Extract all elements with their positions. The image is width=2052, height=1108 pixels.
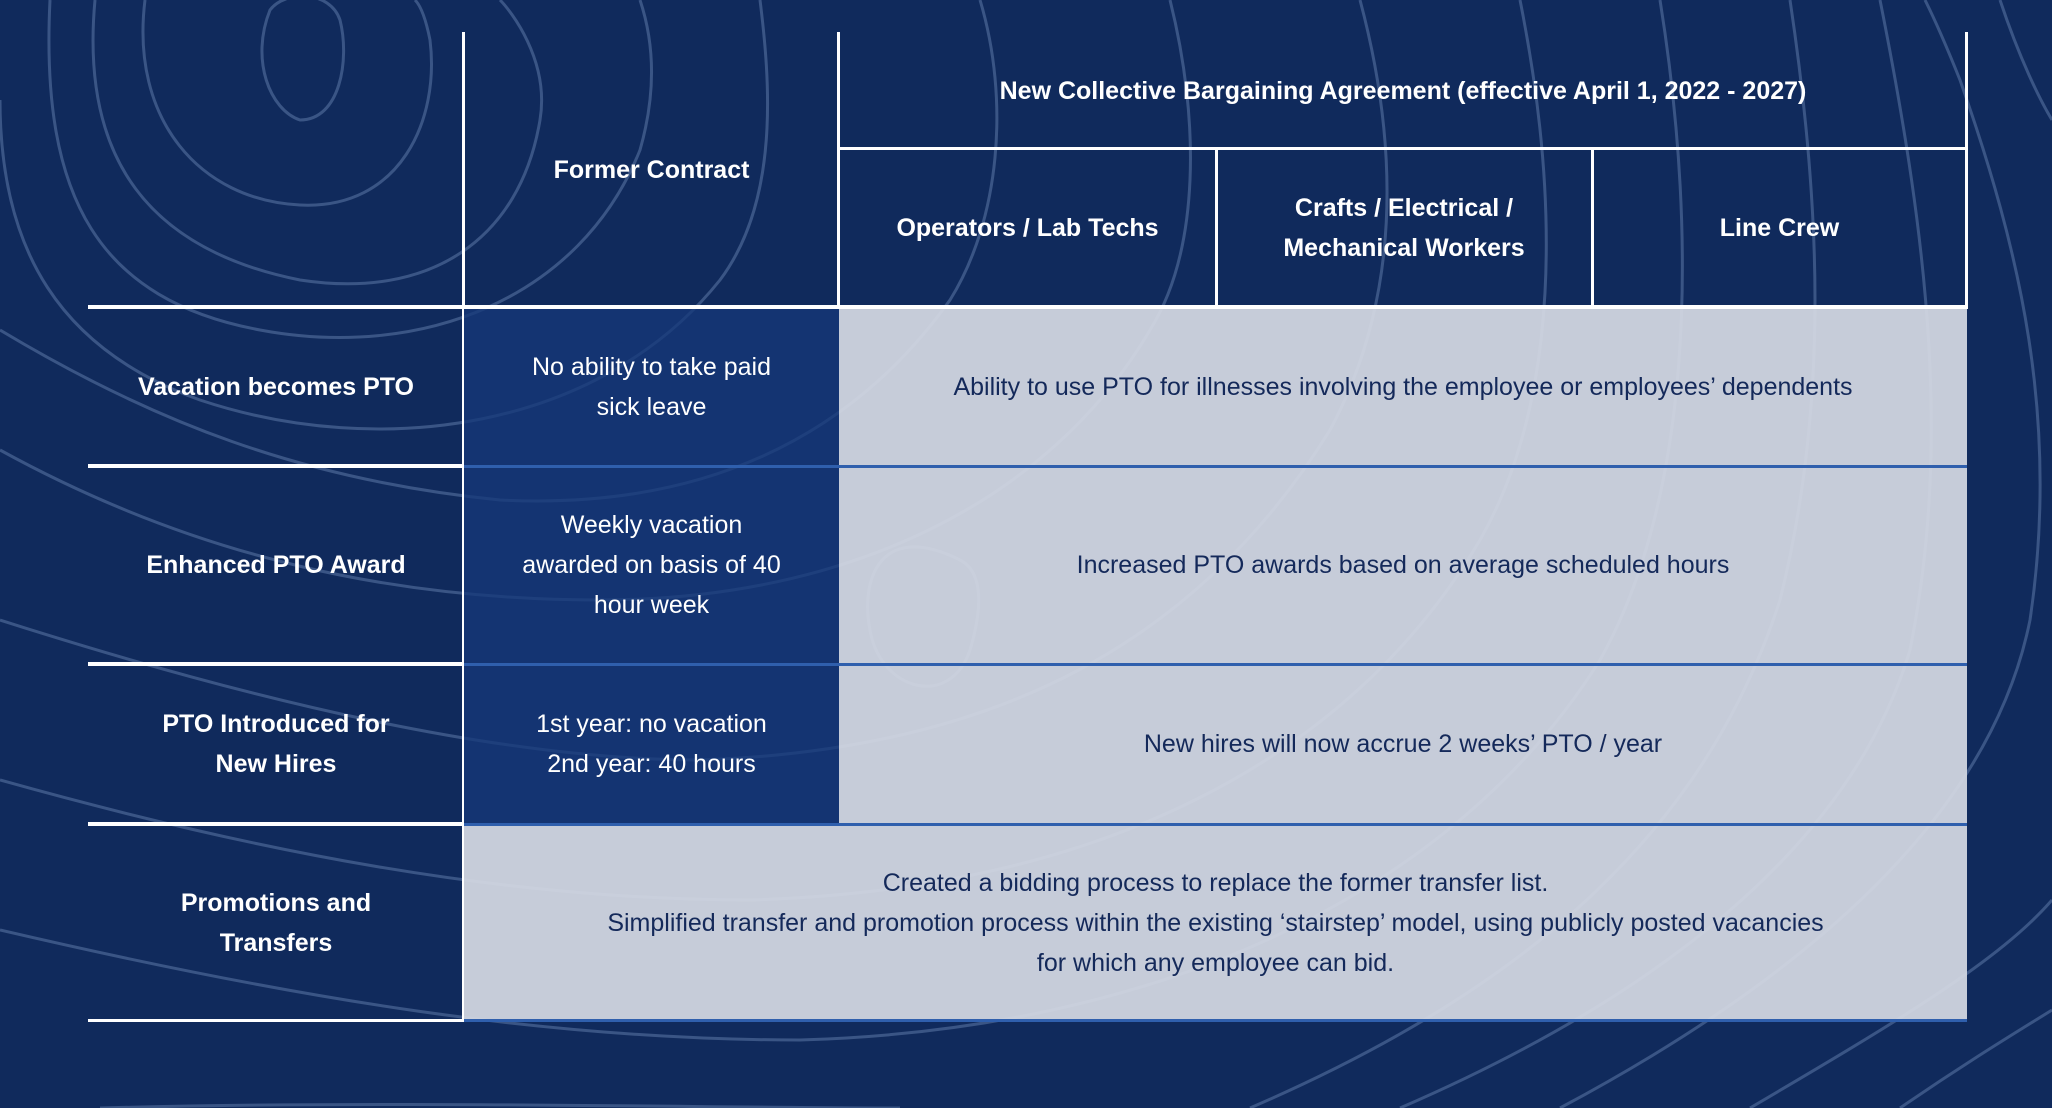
header-group-line: Mechanical Workers: [1283, 234, 1525, 262]
new-cell-new-hires: New hires will now accrue 2 weeks’ PTO /…: [839, 664, 1967, 824]
row-label-line: PTO Introduced for: [162, 710, 390, 738]
row-label-line: Enhanced PTO Award: [146, 551, 406, 579]
former-line: Weekly vacation: [560, 511, 743, 539]
row-label-promotions-transfers: Promotions and Transfers: [88, 824, 464, 1021]
grid-line: [88, 305, 1968, 309]
row-label-vacation-pto: Vacation becomes PTO: [88, 307, 464, 466]
grid-line: [88, 822, 464, 826]
former-line: sick leave: [596, 392, 707, 421]
grid-line: [1965, 32, 1968, 307]
header-group-line: Line Crew: [1719, 214, 1840, 242]
grid-line: [839, 147, 1967, 150]
grid-line: [1215, 149, 1218, 307]
grid-line: [837, 32, 840, 307]
grid-line: [464, 465, 1967, 468]
header-new-agreement-label: New Collective Bargaining Agreement (eff…: [999, 76, 1807, 105]
row-label-line: Transfers: [219, 928, 333, 957]
former-cell-vacation-pto: No ability to take paid sick leave: [464, 307, 839, 466]
row-label-enhanced-pto: Enhanced PTO Award: [88, 466, 464, 664]
row-label-line: New Hires: [215, 750, 337, 778]
former-line: hour week: [593, 591, 710, 619]
grid-line: [1591, 149, 1594, 307]
grid-line: [464, 663, 1967, 666]
former-cell-new-hires: 1st year: no vacation 2nd year: 40 hours: [464, 664, 839, 824]
new-cell-enhanced-pto: Increased PTO awards based on average sc…: [839, 466, 1967, 664]
comparison-table: Former Contract New Collective Bargainin…: [0, 0, 2052, 1108]
combined-line: for which any employee can bid.: [1036, 948, 1395, 977]
former-line: No ability to take paid: [531, 352, 772, 381]
new-line: New hires will now accrue 2 weeks’ PTO /…: [1143, 730, 1663, 758]
grid-line: [464, 823, 1967, 826]
header-line-crew: Line Crew: [1592, 149, 1967, 307]
grid-line: [88, 1019, 464, 1022]
row-label-line: Vacation becomes PTO: [137, 372, 415, 401]
row-label-new-hires: PTO Introduced for New Hires: [88, 664, 464, 824]
header-crafts-electrical-mechanical: Crafts / Electrical / Mechanical Workers: [1216, 149, 1592, 307]
former-cell-enhanced-pto: Weekly vacation awarded on basis of 40 h…: [464, 466, 839, 664]
header-operators-lab-techs: Operators / Lab Techs: [839, 149, 1216, 307]
combined-line: Created a bidding process to replace the…: [882, 868, 1549, 897]
header-group-line: Crafts / Electrical /: [1294, 194, 1514, 222]
former-line: 2nd year: 40 hours: [547, 750, 756, 778]
grid-line: [88, 464, 464, 468]
former-line: awarded on basis of 40: [522, 551, 781, 579]
new-cell-vacation-pto: Ability to use PTO for illnesses involvi…: [839, 307, 1967, 466]
header-new-agreement: New Collective Bargaining Agreement (eff…: [839, 32, 1967, 149]
combined-cell-promotions-transfers: Created a bidding process to replace the…: [464, 824, 1967, 1021]
combined-line: Simplified transfer and promotion proces…: [607, 908, 1824, 937]
header-group-line: Operators / Lab Techs: [896, 214, 1159, 242]
header-former-contract-label: Former Contract: [553, 155, 750, 184]
grid-line: [464, 1019, 1967, 1022]
new-line: Increased PTO awards based on average sc…: [1076, 551, 1730, 579]
former-line: 1st year: no vacation: [536, 710, 767, 738]
row-label-line: Promotions and: [180, 888, 372, 917]
header-former-contract: Former Contract: [464, 32, 839, 307]
new-line: Ability to use PTO for illnesses involvi…: [953, 372, 1853, 401]
grid-line: [462, 32, 465, 307]
grid-line: [88, 662, 464, 666]
